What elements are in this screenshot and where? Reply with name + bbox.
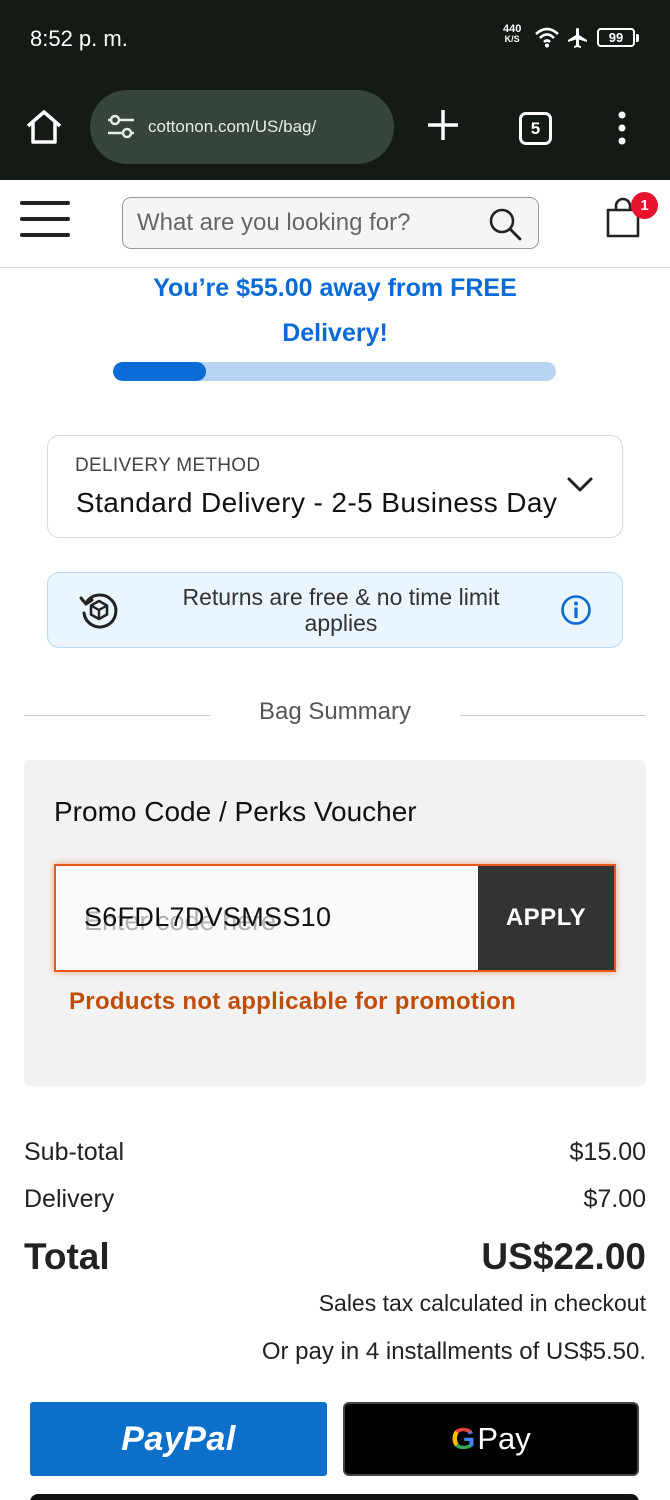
total-value: US$22.00 — [481, 1236, 646, 1277]
site-header — [0, 180, 670, 268]
url-text: cottonon.com/US/bag/ — [148, 117, 317, 136]
battery-indicator: 99 — [597, 28, 639, 47]
menu-icon[interactable] — [20, 201, 70, 237]
delivery-method-select[interactable]: DELIVERY METHOD Standard Delivery - 2-5 … — [47, 435, 623, 538]
more-options-icon[interactable] — [616, 110, 628, 146]
bag-summary-heading: Bag Summary — [24, 696, 646, 736]
delivery-method-label: DELIVERY METHOD — [75, 455, 261, 476]
google-pay-button[interactable]: GPay — [343, 1402, 639, 1476]
site-settings-icon[interactable] — [106, 114, 136, 140]
divider — [460, 715, 646, 716]
promo-code-section: Promo Code / Perks Voucher Enter code he… — [24, 760, 646, 1086]
status-time: 8:52 p. m. — [30, 26, 128, 51]
promo-code-field[interactable]: Enter code here S6FDL7DVSMSS10 APPLY — [54, 864, 616, 972]
promo-error-message: Products not applicable for promotion — [69, 988, 517, 1015]
status-bar: 8:52 p. m. 440 K/S 99 — [0, 0, 670, 78]
free-delivery-progress-bar — [113, 362, 556, 381]
home-icon[interactable] — [24, 108, 64, 146]
new-tab-icon[interactable] — [426, 108, 460, 142]
info-icon[interactable] — [560, 594, 592, 626]
progress-bar-fill — [113, 362, 207, 381]
promo-code-input[interactable]: S6FDL7DVSMSS10 — [84, 902, 331, 933]
paypal-button[interactable]: PayPal — [30, 1402, 327, 1476]
search-input[interactable] — [137, 198, 477, 248]
apply-button[interactable]: APPLY — [478, 866, 614, 970]
tab-switcher-button[interactable]: 5 — [519, 112, 552, 145]
promo-title: Promo Code / Perks Voucher — [54, 796, 417, 827]
checkout-button[interactable] — [30, 1494, 639, 1500]
google-pay-label: Pay — [477, 1421, 531, 1456]
free-delivery-line2: Delivery! — [282, 319, 388, 347]
bag-summary-title: Bag Summary — [258, 698, 412, 725]
chevron-down-icon[interactable] — [566, 476, 594, 494]
returns-banner: Returns are free & no time limit applies — [47, 572, 623, 648]
returns-text: Returns are free & no time limit applies — [182, 584, 500, 636]
browser-toolbar: cottonon.com/US/bag/ 5 — [0, 78, 670, 180]
wifi-icon — [535, 27, 559, 48]
search-box[interactable] — [122, 197, 539, 249]
total-label: Total — [24, 1236, 110, 1277]
tax-note: Sales tax calculated in checkout — [318, 1290, 646, 1316]
google-g-logo-icon: G — [451, 1421, 476, 1456]
network-speed: 440 K/S — [503, 23, 522, 45]
returns-cycle-icon — [79, 593, 118, 629]
free-delivery-line1: You’re $55.00 away from FREE — [153, 274, 517, 302]
subtotal-value: $15.00 — [569, 1138, 646, 1166]
search-icon[interactable] — [488, 207, 522, 241]
delivery-label: Delivery — [24, 1185, 115, 1213]
installments-note: Or pay in 4 installments of US$5.50. — [261, 1338, 646, 1365]
airplane-icon — [568, 28, 587, 48]
delivery-method-value: Standard Delivery - 2-5 Business Days — [76, 487, 558, 518]
network-speed-value: 440 — [503, 23, 522, 35]
delivery-value: $7.00 — [583, 1185, 646, 1213]
subtotal-label: Sub-total — [24, 1138, 125, 1166]
free-delivery-message: You’re $55.00 away from FREE Delivery! — [0, 266, 670, 356]
network-speed-unit: K/S — [504, 34, 520, 44]
cart-count-badge: 1 — [631, 192, 658, 219]
address-bar[interactable]: cottonon.com/US/bag/ — [90, 90, 394, 164]
